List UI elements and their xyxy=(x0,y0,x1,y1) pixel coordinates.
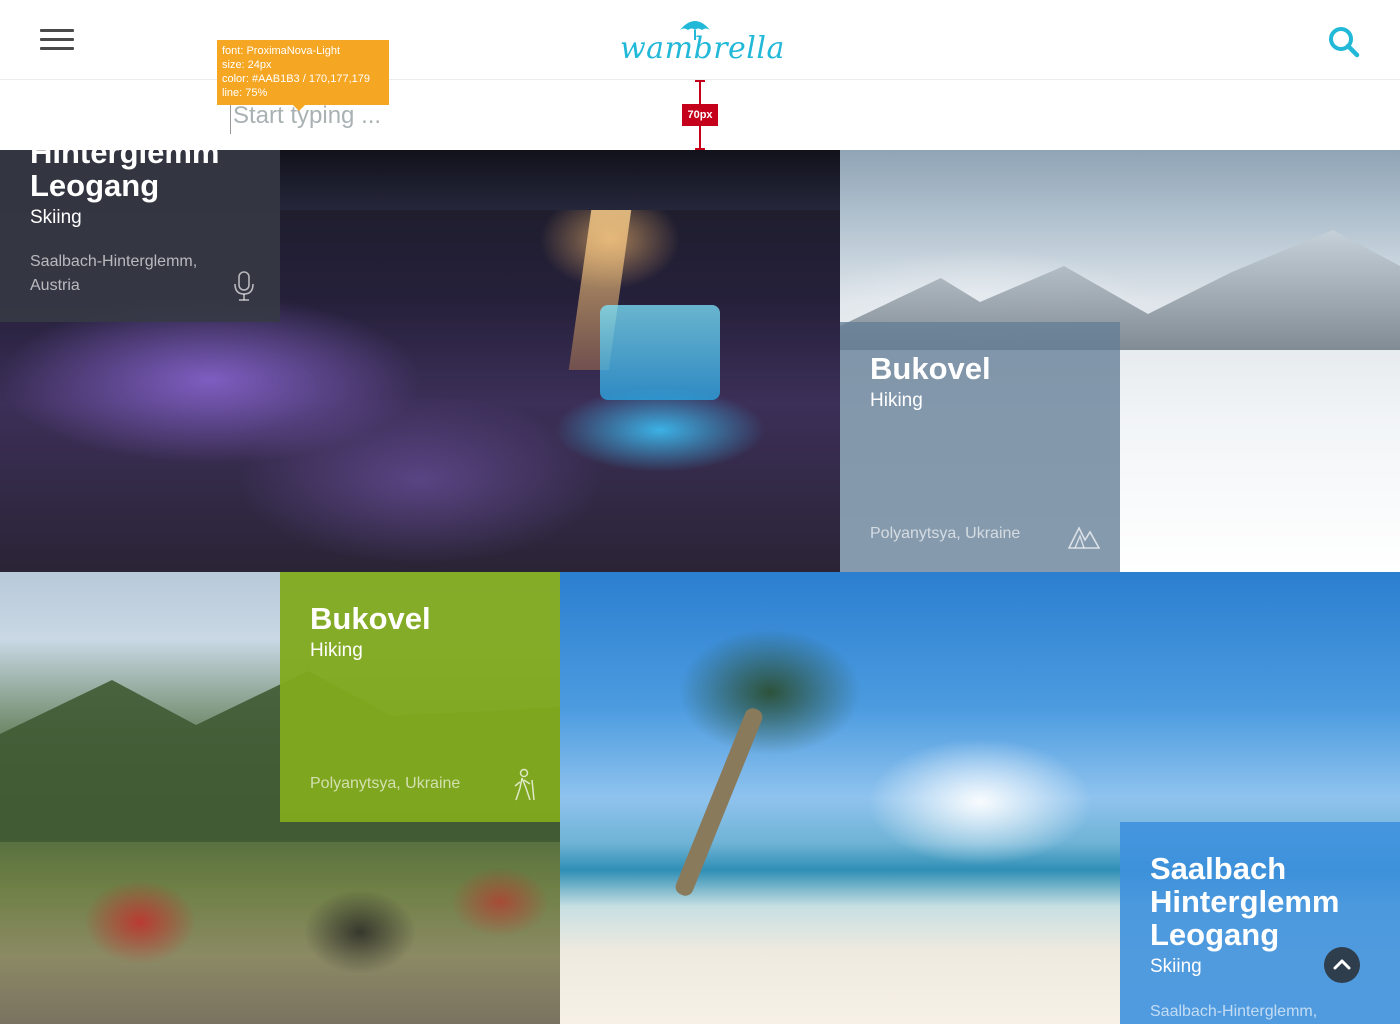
menu-icon[interactable] xyxy=(40,29,74,53)
destination-card[interactable]: Hinterglemm Leogang Skiing Saalbach-Hint… xyxy=(0,150,280,322)
tile-cycling[interactable]: Bukovel Hiking Polyanytsya, Ukraine xyxy=(0,572,560,1024)
logo[interactable]: wambrella xyxy=(620,18,784,66)
tile-concert[interactable]: Hinterglemm Leogang Skiing Saalbach-Hint… xyxy=(0,150,840,572)
spec-font: font: ProximaNova-Light xyxy=(222,45,340,57)
mountains-icon xyxy=(1068,526,1100,549)
card-title: Hinterglemm Leogang xyxy=(30,150,220,203)
scroll-to-top-button[interactable] xyxy=(1324,947,1360,983)
stage-lights xyxy=(600,305,720,400)
card-location: Saalbach-Hinterglemm, Austria xyxy=(30,253,198,294)
spec-line-height: line: 75% xyxy=(222,87,268,99)
spec-size: size: 24px xyxy=(222,59,272,71)
card-title: Saalbach Hinterglemm Leogang xyxy=(1150,851,1340,952)
card-activity: Hiking xyxy=(870,390,923,411)
tile-beach[interactable]: Saalbach Hinterglemm Leogang Skiing Saal… xyxy=(560,572,1400,1024)
measure-cap-top xyxy=(695,80,705,82)
cyclists xyxy=(20,862,560,1022)
tile-snow[interactable]: Bukovel Hiking Polyanytsya, Ukraine xyxy=(840,150,1400,572)
measure-label: 70px xyxy=(682,104,718,126)
destination-card[interactable]: Bukovel Hiking Polyanytsya, Ukraine xyxy=(280,572,560,822)
chevron-up-icon xyxy=(1333,959,1351,970)
card-activity: Hiking xyxy=(310,640,363,661)
destination-card[interactable]: Saalbach Hinterglemm Leogang Skiing Saal… xyxy=(1120,822,1400,1024)
top-header: wambrella xyxy=(0,0,1400,80)
palm-leaves xyxy=(640,592,900,872)
search-button[interactable] xyxy=(1326,24,1362,60)
search-icon xyxy=(1329,27,1360,58)
measure-cap-bottom xyxy=(695,148,705,150)
microphone-icon xyxy=(234,271,254,301)
card-location: Polyanytsya, Ukraine xyxy=(310,775,461,792)
hiker-icon xyxy=(514,768,535,801)
card-location: Polyanytsya, Ukraine xyxy=(870,525,1021,542)
spec-color: color: #AAB1B3 / 170,177,179 xyxy=(222,73,370,85)
logo-text: wambrella xyxy=(620,31,785,66)
font-spec-tooltip: font: ProximaNova-Light size: 24px color… xyxy=(217,40,389,111)
destination-card[interactable]: Bukovel Hiking Polyanytsya, Ukraine xyxy=(840,322,1120,572)
card-title: Bukovel xyxy=(870,351,991,386)
card-location: Saalbach-Hinterglemm, xyxy=(1150,1003,1318,1020)
city-skyline xyxy=(280,150,840,210)
card-activity: Skiing xyxy=(30,207,82,228)
card-title: Bukovel xyxy=(310,601,431,636)
